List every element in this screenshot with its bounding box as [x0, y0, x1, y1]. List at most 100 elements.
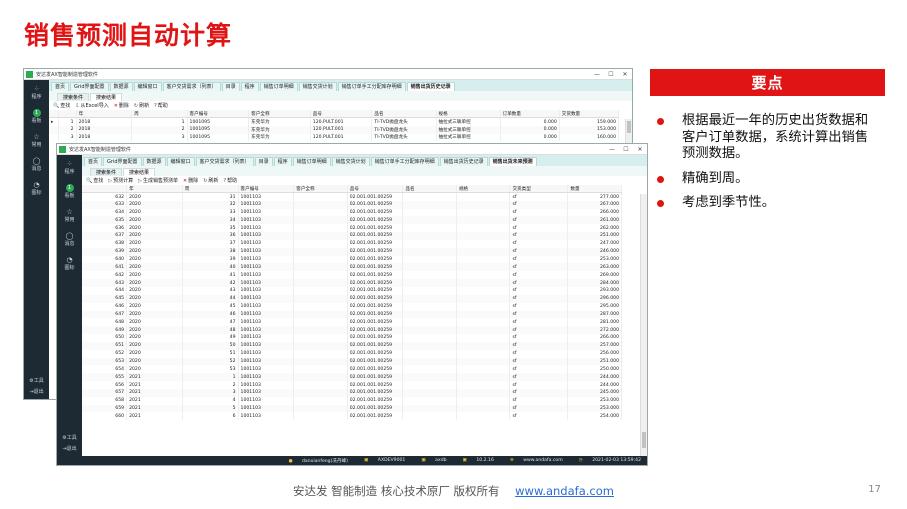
column-header[interactable]: 品名	[371, 110, 437, 119]
table-row[interactable]: 657 2021 3 1001103 02.001.001.00259 sf 245.000	[82, 388, 622, 397]
tab-item[interactable]: 程序	[240, 82, 259, 91]
table-row[interactable]: 639 2020 38 1001103 02.001.001.00259 sf 246.00…	[82, 247, 622, 256]
tab-item[interactable]: 客户交货需求（列表）	[195, 157, 254, 166]
table-row[interactable]: ▸ 1 2018 1 1001095 东莞华为 120.PULT.001 TI-TVD抛盘龙头…	[49, 117, 620, 126]
tab-item[interactable]: 销售出货历史记录	[439, 157, 488, 166]
minimize-button[interactable]: —	[605, 146, 619, 153]
sidebar-item-grid[interactable]: ⁘ 程序	[24, 80, 49, 104]
table-row[interactable]: 637 2020 36 1001103 02.001.001.00259 sf 251.00…	[82, 232, 622, 240]
column-header[interactable]: 年	[76, 110, 133, 119]
sidebar-item-message[interactable]: ◯ 消息	[57, 227, 82, 251]
sidebar-item-star[interactable]: ☆ 常用	[57, 203, 82, 227]
column-header[interactable]: 数量	[567, 185, 622, 194]
column-header[interactable]: 年	[126, 185, 183, 194]
tab-item[interactable]: 程序	[273, 157, 292, 166]
generate-forecast-button[interactable]: ▷ 生成销售预测单	[138, 177, 178, 185]
table-row[interactable]: 632 2020 31 1001103 02.001.001.00259 sf 277.00…	[82, 192, 622, 201]
table-row[interactable]: 656 2021 2 1001103 02.001.001.00259 sf 244.000	[82, 381, 622, 389]
table-row[interactable]: 659 2021 5 1001103 02.001.001.00259 sf 253.000	[82, 404, 622, 413]
tab-item[interactable]: 销售订单明细	[292, 157, 331, 166]
tab-item[interactable]: 首页	[84, 157, 103, 166]
sidebar-exit-button[interactable]: ⇥ 退出	[24, 386, 49, 397]
column-header[interactable]: 品名	[402, 185, 457, 194]
table-row[interactable]: 658 2021 4 1001103 02.001.001.00259 sf 253.000	[82, 396, 622, 405]
delete-button[interactable]: ✕ 删除	[183, 177, 198, 185]
column-header[interactable]: 品号	[310, 110, 373, 119]
sidebar-tools-button[interactable]: ⚙ 工具	[57, 432, 82, 443]
tab-item[interactable]: 销售订单手工分配库存明细	[370, 157, 439, 166]
tab-item[interactable]: 销售交货计划	[331, 157, 370, 166]
tab-item[interactable]: Grid界面配置	[70, 82, 109, 91]
sidebar-item-star[interactable]: ☆ 常用	[24, 128, 49, 152]
tab-item[interactable]: 目录	[221, 82, 240, 91]
sidebar-item-message[interactable]: ◯ 消息	[24, 152, 49, 176]
column-header[interactable]: 客户编号	[187, 110, 250, 119]
table-row[interactable]: 645 2020 44 1001103 02.001.001.00259 sf 296.00…	[82, 294, 622, 303]
table-row[interactable]: 653 2020 52 1001103 02.001.001.00259 sf 251.00…	[82, 357, 622, 366]
table-row[interactable]: 654 2020 53 1001103 02.001.001.00259 sf 250.00…	[82, 365, 622, 374]
tab-item[interactable]: Grid界面配置	[103, 157, 142, 166]
column-header[interactable]: 客户全称	[248, 110, 311, 119]
tab-item[interactable]: 销售订单手工分配库存明细	[337, 82, 406, 91]
table-row[interactable]: 646 2020 45 1001103 02.001.001.00259 sf 295.00…	[82, 302, 622, 311]
sidebar-item-dashboard[interactable]: 1 看板	[24, 104, 49, 128]
help-button[interactable]: ? 帮助	[154, 102, 168, 110]
tab-item[interactable]: 客户交货需求（列表）	[162, 82, 221, 91]
table-row[interactable]: 640 2020 39 1001103 02.001.001.00259 sf 253.00…	[82, 255, 622, 264]
tab-item[interactable]: 销售出货历史记录	[406, 82, 455, 91]
vertical-scrollbar[interactable]	[625, 119, 632, 145]
table-row[interactable]: 3 2018 3 1001095 东莞华为 120.PULT.001 TI-TVD抛盘龙头抽…	[49, 133, 620, 142]
sidebar-item-dashboard[interactable]: 1 看板	[57, 179, 82, 203]
table-row[interactable]: 651 2020 50 1001103 02.001.001.00259 sf 257.00…	[82, 341, 622, 350]
table-row[interactable]: 642 2020 41 1001103 02.001.001.00259 sf 269.00…	[82, 271, 622, 280]
tab-item[interactable]: 首页	[51, 82, 70, 91]
sidebar-exit-button[interactable]: ⇥ 退出	[57, 443, 82, 454]
table-row[interactable]: 636 2020 35 1001103 02.001.001.00259 sf 262.00…	[82, 224, 622, 233]
column-header[interactable]: 品号	[347, 185, 404, 194]
table-row[interactable]: 644 2020 43 1001103 02.001.001.00259 sf 293.00…	[82, 286, 622, 295]
maximize-button[interactable]: ☐	[604, 71, 618, 78]
table-row[interactable]: 634 2020 33 1001103 02.001.001.00259 sf 266.00…	[82, 208, 622, 217]
forecast-calc-button[interactable]: ▷ 预测计算	[108, 177, 133, 185]
column-header[interactable]	[82, 185, 128, 194]
subtab-item[interactable]: 搜索条件	[90, 168, 123, 176]
table-row[interactable]: 635 2020 34 1001103 02.001.001.00259 sf 261.00…	[82, 216, 622, 225]
column-header[interactable]: 客户编号	[238, 185, 295, 194]
minimize-button[interactable]: —	[590, 71, 604, 78]
tab-item[interactable]: 销售出货未来预测	[488, 157, 537, 166]
column-header[interactable]: 客户全称	[293, 185, 348, 194]
delete-button[interactable]: ✕ 删除	[114, 102, 129, 110]
tab-item[interactable]: 销售订单明细	[259, 82, 298, 91]
sidebar-tools-button[interactable]: ⚙ 工具	[24, 375, 49, 386]
table-row[interactable]: 649 2020 48 1001103 02.001.001.00259 sf 272.00…	[82, 326, 622, 335]
close-button[interactable]: ✕	[633, 146, 647, 153]
refresh-button[interactable]: ↻ 刷新	[203, 177, 218, 185]
table-row[interactable]: 648 2020 47 1001103 02.001.001.00259 sf 281.00…	[82, 318, 622, 327]
help-button[interactable]: ? 帮助	[223, 177, 237, 185]
table-row[interactable]: 647 2020 46 1001103 02.001.001.00259 sf 287.00…	[82, 310, 622, 319]
search-button[interactable]: 🔍 查找	[53, 102, 70, 110]
table-row[interactable]: 2 2018 2 1001095 东莞华为 120.PULT.001 TI-TVD抛盘龙头抽…	[49, 125, 620, 134]
table-row[interactable]: 660 2021 6 1001103 02.001.001.00259 sf 254.000	[82, 412, 622, 421]
close-button[interactable]: ✕	[618, 71, 632, 78]
subtab-item[interactable]: 搜索结果	[90, 93, 123, 101]
tab-item[interactable]: 销售交货计划	[298, 82, 337, 91]
maximize-button[interactable]: ☐	[619, 146, 633, 153]
table-row[interactable]: 643 2020 42 1001103 02.001.001.00259 sf 284.00…	[82, 279, 622, 287]
footer-link[interactable]: www.andafa.com	[515, 484, 614, 498]
vertical-scrollbar[interactable]	[640, 194, 647, 456]
refresh-button[interactable]: ↻ 刷新	[134, 102, 149, 110]
sidebar-item-grid[interactable]: ⁘ 程序	[57, 155, 82, 179]
table-row[interactable]: 633 2020 32 1001103 02.001.001.00259 sf 267.00…	[82, 200, 622, 209]
subtab-item[interactable]: 搜索条件	[57, 93, 90, 101]
table-row[interactable]: 655 2021 1 1001103 02.001.001.00259 sf 244.000	[82, 373, 622, 382]
tab-item[interactable]: 目录	[254, 157, 273, 166]
sidebar-item-pie[interactable]: ◔ 图标	[24, 176, 49, 200]
tab-item[interactable]: 编辑窗口	[166, 157, 195, 166]
column-header[interactable]: 交货类型	[509, 185, 569, 194]
tab-item[interactable]: 数据源	[109, 82, 133, 91]
table-row[interactable]: 641 2020 40 1001103 02.001.001.00259 sf 263.00…	[82, 263, 622, 272]
column-header[interactable]: 规格	[436, 110, 501, 119]
tab-item[interactable]: 数据源	[142, 157, 166, 166]
table-row[interactable]: 652 2020 51 1001103 02.001.001.00259 sf 256.00…	[82, 349, 622, 358]
